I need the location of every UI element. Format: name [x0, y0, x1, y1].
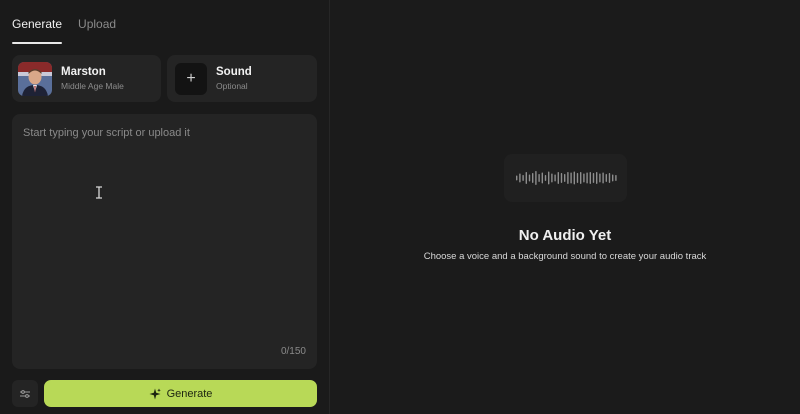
waveform-icon: [515, 171, 617, 185]
voice-avatar: [18, 61, 52, 96]
voice-description: Middle Age Male: [61, 81, 124, 91]
tab-upload[interactable]: Upload: [78, 17, 116, 44]
waveform-bar: [579, 172, 581, 184]
app-window: Generate Upload Marston Middle Age Male: [0, 0, 800, 414]
waveform-bar: [598, 173, 601, 183]
char-counter: 0/150: [280, 346, 306, 357]
waveform-bar: [595, 172, 597, 184]
waveform-bar: [601, 172, 604, 184]
sound-text: Sound Optional: [216, 66, 252, 91]
waveform-bar: [537, 174, 540, 182]
waveform-bar: [518, 173, 521, 183]
waveform-bar: [544, 175, 546, 181]
waveform-placeholder: [504, 154, 627, 202]
tab-bar: Generate Upload: [12, 0, 116, 44]
voice-selector-card[interactable]: Marston Middle Age Male: [12, 55, 161, 102]
sparkle-icon: [149, 388, 161, 399]
waveform-bar: [534, 171, 537, 185]
waveform-bar: [614, 175, 617, 181]
generate-button[interactable]: Generate: [44, 380, 317, 407]
waveform-bar: [589, 172, 591, 184]
waveform-bar: [525, 172, 527, 184]
empty-state-description: Choose a voice and a background sound to…: [423, 251, 707, 262]
script-editor: 0/150: [12, 114, 317, 369]
waveform-bar: [560, 173, 562, 183]
waveform-bar: [531, 173, 533, 183]
waveform-bar: [569, 172, 572, 184]
waveform-bar: [528, 174, 530, 182]
waveform-bar: [515, 175, 517, 181]
voice-text: Marston Middle Age Male: [61, 66, 124, 91]
waveform-bar: [585, 172, 588, 184]
sound-selector-card[interactable]: + Sound Optional: [167, 55, 317, 102]
add-icon: +: [175, 62, 207, 95]
generate-label: Generate: [166, 387, 213, 400]
waveform-bar: [582, 173, 585, 183]
sound-subtitle: Optional: [216, 81, 248, 91]
tab-generate[interactable]: Generate: [12, 17, 63, 44]
settings-button[interactable]: [12, 380, 38, 407]
sound-title: Sound: [216, 66, 252, 78]
text-cursor-icon: [96, 186, 102, 199]
waveform-bar: [550, 173, 553, 183]
waveform-bar: [547, 171, 549, 185]
waveform-bar: [563, 174, 565, 182]
output-panel: No Audio Yet Choose a voice and a backgr…: [330, 0, 800, 414]
waveform-bar: [553, 174, 556, 182]
waveform-bar: [592, 173, 594, 183]
waveform-bar: [611, 174, 613, 182]
empty-state-title: No Audio Yet: [518, 227, 612, 244]
script-input[interactable]: [12, 114, 317, 369]
waveform-bar: [557, 172, 559, 184]
sliders-icon: [20, 389, 30, 398]
voice-name: Marston: [61, 66, 106, 78]
waveform-bar: [566, 172, 569, 184]
waveform-bar: [541, 172, 543, 184]
waveform-bar: [521, 175, 524, 181]
waveform-bar: [605, 174, 607, 182]
waveform-bar: [608, 173, 610, 183]
left-panel: Generate Upload Marston Middle Age Male: [0, 0, 330, 414]
waveform-bar: [573, 171, 575, 185]
waveform-bar: [576, 173, 578, 183]
